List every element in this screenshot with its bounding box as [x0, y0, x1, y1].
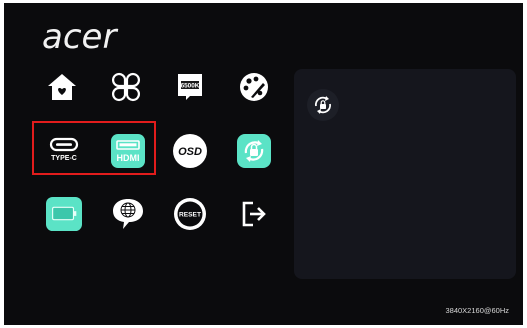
- type-c-icon: TYPE-C: [49, 137, 79, 162]
- language-button[interactable]: [110, 196, 146, 232]
- hdmi-input-button[interactable]: HDMI: [110, 133, 146, 169]
- language-icon: [113, 199, 143, 229]
- acer-logo: acer: [42, 17, 117, 57]
- color-temp-button[interactable]: 6500K: [172, 69, 208, 105]
- palette-icon: [240, 73, 268, 101]
- color-temp-label: 6500K: [181, 83, 200, 90]
- reset-button[interactable]: RESET: [172, 196, 208, 232]
- exit-button[interactable]: [236, 196, 272, 232]
- battery-button[interactable]: [46, 196, 82, 232]
- color-temp-icon: 6500K: [178, 74, 202, 100]
- resolution-status: 3840X2160@60Hz: [445, 306, 510, 315]
- reset-label: RESET: [179, 212, 201, 219]
- color-settings-button[interactable]: [236, 69, 272, 105]
- hdmi-label: HDMI: [117, 153, 140, 163]
- osd-settings-button[interactable]: OSD: [172, 133, 208, 169]
- monitor-osd-screen: acer 6500K TYPE-C HDMI OSD RESET 3840X21…: [4, 3, 523, 325]
- exit-icon: [242, 201, 266, 227]
- type-c-label: TYPE-C: [51, 155, 77, 162]
- hdmi-icon: HDMI: [111, 134, 145, 168]
- rotate-lock-icon: [237, 134, 271, 168]
- panel-osd-lock-indicator: [307, 89, 339, 121]
- osd-lock-button[interactable]: [236, 133, 272, 169]
- clover-icon: [112, 72, 140, 102]
- type-c-input-button[interactable]: TYPE-C: [46, 130, 82, 166]
- battery-icon: [46, 196, 82, 232]
- osd-icon: OSD: [173, 134, 207, 168]
- rotate-lock-icon: [315, 96, 331, 114]
- home-icon: [48, 74, 76, 100]
- reset-icon: RESET: [174, 198, 206, 230]
- picture-mode-button[interactable]: [108, 69, 144, 105]
- home-button[interactable]: [44, 69, 80, 105]
- osd-label: OSD: [178, 146, 202, 158]
